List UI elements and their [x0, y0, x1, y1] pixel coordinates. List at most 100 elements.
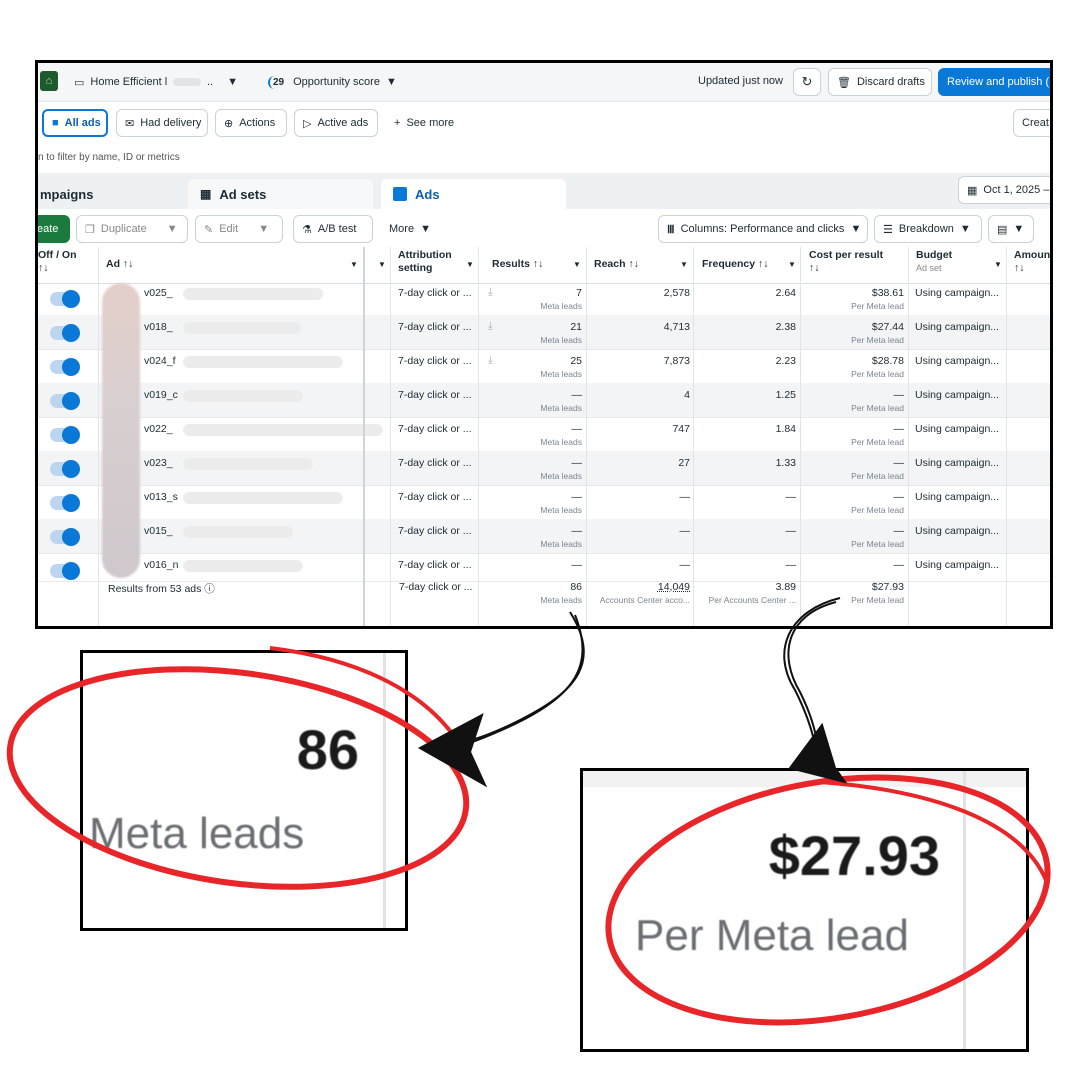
table-row[interactable]: v024_f 7-day click or ... ⤓ 25 Meta leads…	[38, 349, 1050, 384]
ad-toggle[interactable]	[50, 324, 80, 342]
reports-button[interactable]: ▤ ▼	[988, 215, 1034, 243]
attribution-cell: 7-day click or ...	[398, 355, 472, 367]
attribution-cell: 7-day click or ...	[398, 389, 472, 401]
toggle-knob	[62, 324, 80, 342]
col-frequency[interactable]: Frequency ↑↓	[702, 258, 769, 271]
breakdown-button[interactable]: ☰ Breakdown ▼	[874, 215, 982, 243]
results-cell: — Meta leads	[484, 423, 582, 447]
chevron-down-icon[interactable]: ▼	[573, 260, 581, 269]
review-publish-button[interactable]: Review and publish (	[938, 68, 1050, 96]
col-attribution-label: Attribution	[398, 249, 452, 261]
col-reach[interactable]: Reach ↑↓	[594, 258, 639, 271]
see-more-button[interactable]: + See more	[386, 109, 466, 137]
create-button[interactable]: eate	[38, 215, 70, 243]
table-row[interactable]: v025_ 7-day click or ... ⤓ 7 Meta leads 2…	[38, 281, 1050, 316]
zoom-cost-box: $27.93 Per Meta lead	[580, 768, 1029, 1052]
column-divider	[1006, 247, 1007, 626]
ad-name[interactable]: v013_s	[144, 491, 178, 503]
date-range-picker[interactable]: ▦ Oct 1, 2025 –	[958, 176, 1050, 204]
tab-ads[interactable]: Ads	[381, 179, 566, 209]
ad-toggle[interactable]	[50, 290, 80, 308]
results-sub: Meta leads	[540, 335, 582, 345]
ad-name[interactable]: v023_	[144, 457, 173, 469]
chevron-down-icon[interactable]: ▼	[466, 260, 474, 269]
filter-had-delivery[interactable]: ✉ Had delivery	[116, 109, 208, 137]
table-row[interactable]: v015_ 7-day click or ... — Meta leads — —…	[38, 519, 1050, 554]
chevron-down-icon[interactable]: ▼	[680, 260, 688, 269]
col-results[interactable]: Results ↑↓	[492, 258, 543, 271]
budget-cell: Using campaign...	[915, 525, 1000, 537]
ad-name[interactable]: v022_	[144, 423, 173, 435]
chevron-down-icon[interactable]: ▼	[788, 260, 796, 269]
column-divider	[908, 247, 909, 626]
discard-drafts-button[interactable]: 🗑 Discard drafts	[828, 68, 932, 96]
totals-cost-sub: Per Meta lead	[851, 595, 904, 605]
ad-toggle[interactable]	[50, 392, 80, 410]
tab-ad-sets[interactable]: ▦ Ad sets	[188, 179, 373, 209]
chevron-down-icon[interactable]: ▼	[350, 260, 358, 269]
ad-sets-icon: ▦	[200, 187, 212, 201]
filter-all-ads[interactable]: ■ All ads	[42, 109, 108, 137]
columns-button[interactable]: Ⅲ Columns: Performance and clicks ▼	[658, 215, 868, 243]
account-selector[interactable]: ▭ Home Efficient l .. ▼	[66, 68, 246, 96]
ad-name[interactable]: v025_	[144, 287, 173, 299]
filter-actions[interactable]: ⊕ Actions	[215, 109, 287, 137]
ad-toggle[interactable]	[50, 426, 80, 444]
account-logo-icon: ⌂	[40, 71, 58, 91]
table-row[interactable]: v018_ 7-day click or ... ⤓ 21 Meta leads …	[38, 315, 1050, 350]
col-ad[interactable]: Ad ↑↓	[106, 258, 133, 271]
results-cell: 21 Meta leads	[484, 321, 582, 345]
col-off-on[interactable]: Off / On ↑↓	[38, 249, 77, 275]
more-button[interactable]: More ▼	[381, 215, 441, 243]
cost-sub: Per Meta lead	[851, 335, 904, 345]
redacted-text	[183, 492, 343, 504]
search-input[interactable]: n to filter by name, ID or metrics	[38, 152, 180, 163]
ad-toggle[interactable]	[50, 358, 80, 376]
ad-toggle[interactable]	[50, 460, 80, 478]
redacted-text	[183, 560, 303, 572]
more-label: More	[389, 223, 415, 235]
col-amount[interactable]: Amoun ↑↓	[1014, 249, 1050, 275]
edit-button[interactable]: ✎ Edit ▼	[195, 215, 283, 243]
redacted-text	[183, 356, 343, 368]
table-row[interactable]: v013_s 7-day click or ... — Meta leads — …	[38, 485, 1050, 520]
ad-name[interactable]: v015_	[144, 525, 173, 537]
opportunity-score-button[interactable]: 29 Opportunity score ▼	[260, 68, 405, 96]
tab-campaigns[interactable]: mpaigns	[38, 179, 178, 209]
column-divider	[390, 247, 391, 626]
chevron-down-icon: ▼	[385, 76, 397, 88]
ad-toggle[interactable]	[50, 494, 80, 512]
chevron-down-icon[interactable]: ▼	[378, 260, 386, 269]
table-row[interactable]: v019_c 7-day click or ... — Meta leads 4 …	[38, 383, 1050, 418]
totals-results-sub: Meta leads	[540, 595, 582, 605]
cost-value: $27.44	[871, 321, 904, 333]
opportunity-label: Opportunity score	[293, 76, 380, 88]
col-cost-per-result[interactable]: Cost per result ↑↓	[809, 249, 883, 275]
table-row[interactable]: v022_ 7-day click or ... — Meta leads 747…	[38, 417, 1050, 452]
ad-toggle[interactable]	[50, 528, 80, 546]
chevron-down-icon[interactable]: ▼	[994, 260, 1002, 269]
ad-name[interactable]: v016_n	[144, 559, 178, 571]
results-cell: — Meta leads	[484, 457, 582, 481]
zoom-results-label: Meta leads	[89, 809, 305, 858]
col-budget[interactable]: Budget Ad set	[916, 249, 952, 275]
col-ad-label: Ad ↑↓	[106, 258, 134, 270]
ad-name[interactable]: v018_	[144, 321, 173, 333]
columns-icon: Ⅲ	[667, 223, 675, 236]
cost-cell: — Per Meta lead	[804, 423, 904, 447]
refresh-button[interactable]: ↻	[793, 68, 821, 96]
col-attribution[interactable]: Attribution setting	[398, 249, 452, 275]
duplicate-button[interactable]: ❐ Duplicate ▼	[76, 215, 188, 243]
zoom-cost-value: $27.93	[768, 824, 940, 887]
table-row[interactable]: v023_ 7-day click or ... — Meta leads 27 …	[38, 451, 1050, 486]
ad-name[interactable]: v019_c	[144, 389, 178, 401]
ab-test-button[interactable]: ⚗ A/B test	[293, 215, 373, 243]
totals-frequency: 3.89 Per Accounts Center ...	[698, 581, 796, 605]
create-filter-button[interactable]: Creat	[1013, 109, 1050, 137]
updated-status: Updated just now	[698, 75, 783, 87]
ad-name[interactable]: v024_f	[144, 355, 176, 367]
filter-active-ads[interactable]: ▷ Active ads	[294, 109, 378, 137]
results-cell: 25 Meta leads	[484, 355, 582, 379]
reach-cell: 4	[684, 389, 690, 401]
results-cell: — Meta leads	[484, 389, 582, 413]
